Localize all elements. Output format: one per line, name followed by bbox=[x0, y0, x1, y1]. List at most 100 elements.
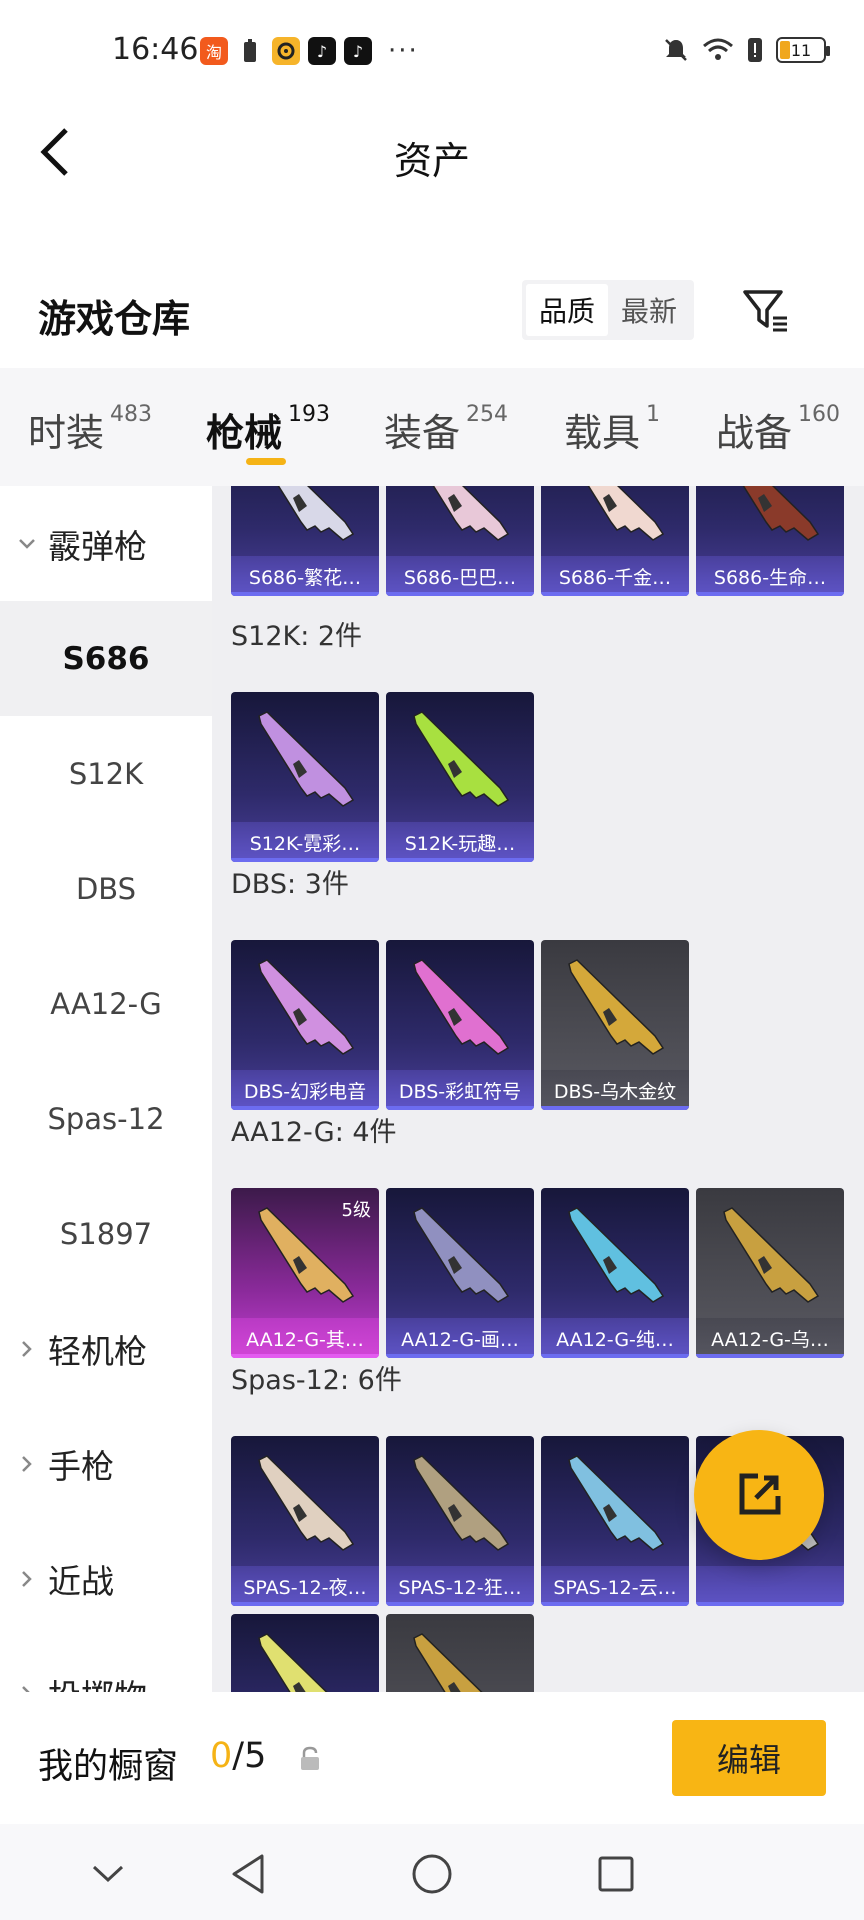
category-tabs: 时装 483 枪械 193 装备 254 载具 1 战备 160 bbox=[0, 368, 864, 486]
edit-button[interactable]: 编辑 bbox=[672, 1720, 826, 1796]
skin-card[interactable]: SPAS-12-狂… bbox=[386, 1436, 534, 1606]
gun-skin-image bbox=[258, 711, 355, 807]
gun-skin-image bbox=[568, 1207, 665, 1303]
skin-card[interactable]: AA12-G-纯… bbox=[541, 1188, 689, 1358]
chevron-down-icon bbox=[18, 535, 36, 553]
notification-icon bbox=[236, 37, 264, 65]
sidebar-group-lmg[interactable]: 轻机枪 bbox=[0, 1291, 212, 1406]
skin-card[interactable]: SPAS-12-夜… bbox=[231, 1436, 379, 1606]
app-header: 资产 bbox=[0, 100, 864, 210]
rarity-stripe bbox=[696, 1354, 844, 1358]
gun-skin-image bbox=[413, 1633, 483, 1692]
rarity-stripe bbox=[231, 592, 379, 596]
skin-card[interactable] bbox=[386, 1614, 534, 1692]
sidebar-item-s1897[interactable]: S1897 bbox=[0, 1176, 212, 1291]
sidebar-group-pistol[interactable]: 手枪 bbox=[0, 1406, 212, 1521]
nav-back-button[interactable] bbox=[220, 1846, 276, 1902]
sort-newest-option[interactable]: 最新 bbox=[608, 284, 690, 336]
gun-skin-image bbox=[413, 1207, 510, 1303]
card-name-bar bbox=[696, 1566, 844, 1606]
circle-home-icon bbox=[412, 1854, 452, 1894]
rarity-stripe bbox=[386, 1106, 534, 1110]
skin-card[interactable]: S686-繁花… bbox=[231, 486, 379, 596]
skin-card[interactable]: 5级 AA12-G-其… bbox=[231, 1188, 379, 1358]
skin-name: SPAS-12-云… bbox=[553, 1576, 677, 1599]
tab-supplies[interactable]: 战备 160 bbox=[716, 402, 840, 457]
sidebar-item-s12k[interactable]: S12K bbox=[0, 716, 212, 831]
skin-card[interactable] bbox=[231, 1614, 379, 1692]
skin-name: S686-繁花… bbox=[248, 566, 362, 589]
nav-hide-button[interactable] bbox=[80, 1846, 136, 1902]
rarity-stripe bbox=[541, 1354, 689, 1358]
sidebar-group-throwables[interactable]: 投掷物 bbox=[0, 1636, 212, 1692]
lock-icon bbox=[301, 1746, 319, 1770]
taobao-icon: 淘 bbox=[200, 37, 228, 65]
skin-name: DBS-彩虹符号 bbox=[398, 1080, 522, 1103]
skin-card[interactable]: AA12-G-画… bbox=[386, 1188, 534, 1358]
rarity-stripe bbox=[541, 592, 689, 596]
card-name-bar: SPAS-12-云… bbox=[541, 1566, 689, 1606]
sort-quality-option[interactable]: 品质 bbox=[526, 284, 608, 336]
skin-card[interactable]: S12K-霓彩… bbox=[231, 692, 379, 862]
share-button[interactable] bbox=[694, 1430, 824, 1560]
chevron-down-icon bbox=[92, 1865, 124, 1883]
rarity-stripe bbox=[696, 1602, 844, 1606]
rarity-stripe bbox=[386, 1354, 534, 1358]
skin-card[interactable]: DBS-幻彩电音 bbox=[231, 940, 379, 1110]
sidebar-group-melee[interactable]: 近战 bbox=[0, 1521, 212, 1636]
showcase-bar: 我的橱窗 0/5 编辑 bbox=[0, 1692, 864, 1824]
system-navbar bbox=[0, 1824, 864, 1920]
skin-card[interactable]: DBS-乌木金纹 bbox=[541, 940, 689, 1110]
gun-skin-image bbox=[258, 959, 355, 1055]
page-title: 资产 bbox=[393, 139, 470, 183]
overflow-icon: ··· bbox=[388, 36, 419, 66]
gun-skin-image bbox=[258, 1633, 328, 1692]
skin-name: S686-生命… bbox=[713, 566, 827, 589]
tab-equipment[interactable]: 装备 254 bbox=[384, 402, 508, 457]
status-app-icons: 淘 ♪ ♪ ··· bbox=[200, 36, 419, 66]
sidebar-item-spas12[interactable]: Spas-12 bbox=[0, 1061, 212, 1176]
tab-fashion[interactable]: 时装 483 bbox=[28, 402, 152, 457]
skin-card[interactable]: SPAS-12-云… bbox=[541, 1436, 689, 1606]
nav-home-button[interactable] bbox=[404, 1846, 460, 1902]
skin-name: AA12-G-乌… bbox=[711, 1328, 829, 1351]
chevron-right-icon bbox=[18, 1685, 36, 1692]
gun-skin-image bbox=[568, 1455, 665, 1551]
skin-name: AA12-G-纯… bbox=[556, 1328, 674, 1351]
app-icon bbox=[272, 37, 300, 65]
gun-skin-image bbox=[723, 1207, 820, 1303]
tiktok-icon: ♪ bbox=[344, 37, 372, 65]
gun-skin-image bbox=[413, 711, 510, 807]
sort-toggle: 品质 最新 bbox=[522, 280, 694, 340]
skin-name: S686-巴巴… bbox=[403, 566, 517, 589]
gun-skin-image bbox=[258, 1455, 355, 1551]
skin-name: SPAS-12-夜… bbox=[243, 1576, 367, 1599]
card-name-bar: S12K-玩趣… bbox=[386, 822, 534, 862]
sidebar-item-dbs[interactable]: DBS bbox=[0, 831, 212, 946]
tab-vehicles[interactable]: 载具 1 bbox=[564, 402, 660, 457]
nav-recents-button[interactable] bbox=[588, 1846, 644, 1902]
filter-button[interactable] bbox=[736, 280, 796, 340]
rarity-stripe bbox=[386, 1602, 534, 1606]
skin-card[interactable]: AA12-G-乌… bbox=[696, 1188, 844, 1358]
tab-firearms[interactable]: 枪械 193 bbox=[206, 402, 330, 457]
sim-alert-icon bbox=[748, 38, 762, 62]
level-badge: 5级 bbox=[341, 1200, 371, 1221]
card-name-bar: S686-巴巴… bbox=[386, 556, 534, 596]
card-name-bar: S686-生命… bbox=[696, 556, 844, 596]
skin-card[interactable]: S686-生命… bbox=[696, 486, 844, 596]
showcase-label: 我的橱窗 bbox=[38, 1747, 179, 1787]
rarity-stripe bbox=[231, 1602, 379, 1606]
skin-name: AA12-G-其… bbox=[246, 1328, 364, 1351]
section-title: Spas-12: 6件 bbox=[231, 1365, 402, 1396]
sidebar-item-aa12g[interactable]: AA12-G bbox=[0, 946, 212, 1061]
sidebar-item-s686[interactable]: S686 bbox=[0, 601, 212, 716]
section-title: AA12-G: 4件 bbox=[231, 1117, 397, 1148]
sidebar-group-shotgun[interactable]: 霰弹枪 bbox=[0, 486, 212, 601]
skin-card[interactable]: S686-巴巴… bbox=[386, 486, 534, 596]
skin-name: AA12-G-画… bbox=[401, 1328, 519, 1351]
skin-card[interactable]: S686-千金… bbox=[541, 486, 689, 596]
skin-card[interactable]: DBS-彩虹符号 bbox=[386, 940, 534, 1110]
rarity-stripe bbox=[541, 1106, 689, 1110]
skin-card[interactable]: S12K-玩趣… bbox=[386, 692, 534, 862]
